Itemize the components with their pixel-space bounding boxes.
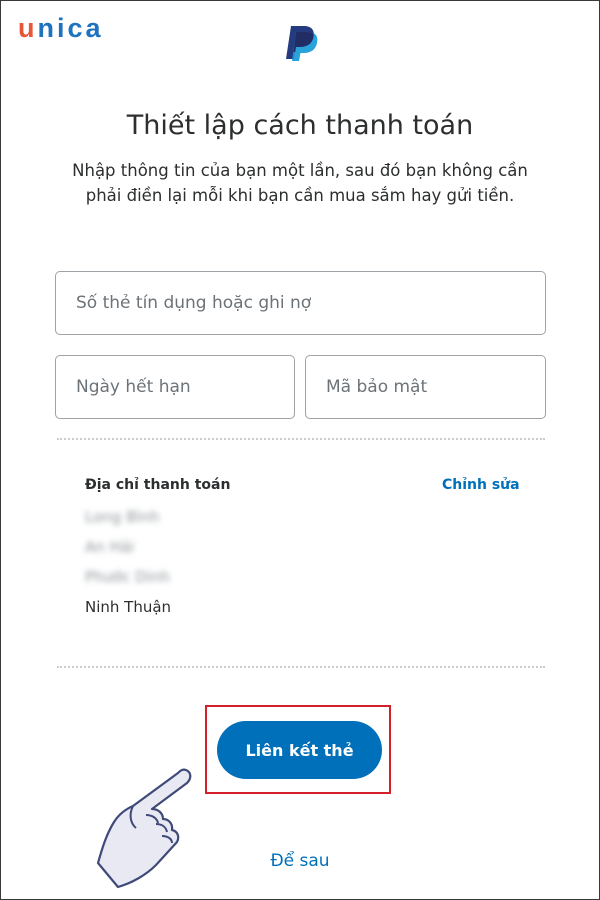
- paypal-logo-icon: [286, 26, 318, 61]
- address-line-3: Phước Dinh: [85, 568, 170, 586]
- address-line-2: An Hải: [85, 538, 135, 556]
- pointing-hand-icon: [96, 768, 192, 889]
- unica-watermark-first: u: [18, 13, 38, 43]
- billing-address-label: Địa chỉ thanh toán: [85, 477, 231, 493]
- expiry-date-input[interactable]: [55, 355, 295, 419]
- address-line-province: Ninh Thuận: [85, 598, 172, 616]
- divider-top: [57, 438, 545, 440]
- unica-watermark: unica: [18, 12, 104, 44]
- unica-watermark-rest: nica: [37, 13, 104, 43]
- page-subtitle: Nhập thông tin của bạn một lần, sau đó b…: [72, 161, 528, 205]
- page-title: Thiết lập cách thanh toán: [126, 110, 474, 141]
- divider-bottom: [57, 666, 545, 668]
- security-code-input[interactable]: [305, 355, 546, 419]
- link-card-button[interactable]: Liên kết thẻ: [217, 721, 382, 779]
- skip-later-link[interactable]: Để sau: [0, 851, 600, 871]
- card-number-input[interactable]: [55, 271, 546, 335]
- address-line-1: Long Bình: [85, 508, 160, 526]
- edit-address-link[interactable]: Chỉnh sửa: [442, 477, 520, 493]
